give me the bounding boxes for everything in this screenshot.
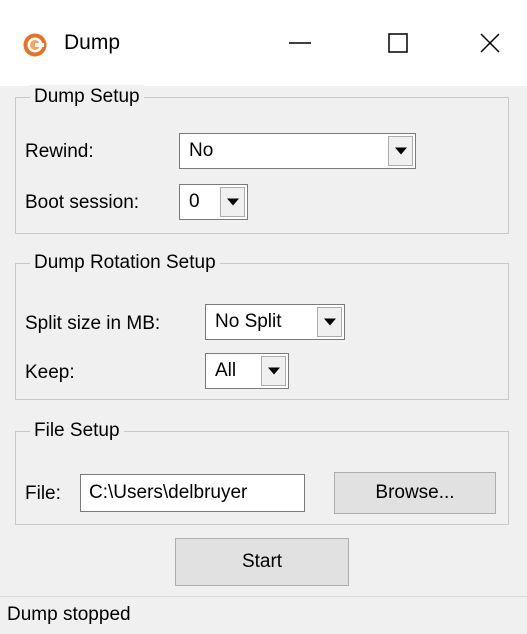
status-text: Dump stopped: [7, 604, 131, 625]
app-logo-icon: [22, 32, 48, 58]
split-size-dropdown[interactable]: No Split: [205, 304, 345, 340]
close-icon: [480, 33, 500, 53]
title-bar: Dump: [0, 0, 527, 86]
boot-session-value: 0: [189, 191, 200, 212]
minimize-icon: [289, 42, 311, 44]
status-bar: Dump stopped: [0, 596, 527, 634]
close-button[interactable]: [460, 22, 520, 64]
chevron-down-icon: [267, 367, 280, 375]
dump-setup-group: Dump Setup Rewind: No Boot session: 0: [15, 85, 509, 234]
chevron-down-icon: [394, 147, 407, 155]
rotation-setup-group: Dump Rotation Setup Split size in MB: No…: [15, 251, 509, 400]
boot-session-label: Boot session:: [25, 192, 140, 213]
file-path-value: C:\Users\delbruyer: [89, 482, 248, 503]
maximize-button[interactable]: [368, 22, 428, 64]
rewind-label: Rewind:: [25, 141, 94, 162]
split-size-value: No Split: [215, 311, 282, 332]
boot-session-dropdown-arrow[interactable]: [220, 187, 245, 217]
rotation-setup-title: Dump Rotation Setup: [30, 251, 220, 275]
rewind-dropdown[interactable]: No: [179, 133, 416, 169]
rewind-dropdown-arrow[interactable]: [388, 136, 413, 166]
file-path-input[interactable]: C:\Users\delbruyer: [80, 474, 305, 512]
browse-button[interactable]: Browse...: [334, 472, 496, 514]
boot-session-dropdown[interactable]: 0: [179, 184, 248, 220]
file-label: File:: [25, 483, 61, 504]
window-title: Dump: [64, 31, 121, 54]
file-setup-title: File Setup: [30, 419, 124, 443]
keep-dropdown-arrow[interactable]: [261, 356, 286, 386]
split-size-label: Split size in MB:: [25, 313, 161, 334]
file-setup-group: File Setup File: C:\Users\delbruyer Brow…: [15, 419, 509, 525]
chevron-down-icon: [323, 318, 336, 326]
keep-label: Keep:: [25, 362, 75, 383]
minimize-button[interactable]: [270, 22, 330, 64]
chevron-down-icon: [226, 198, 239, 206]
keep-dropdown[interactable]: All: [205, 353, 289, 389]
keep-value: All: [215, 360, 237, 381]
start-button[interactable]: Start: [175, 538, 349, 586]
split-size-dropdown-arrow[interactable]: [317, 307, 342, 337]
rewind-value: No: [189, 140, 214, 161]
maximize-icon: [388, 33, 408, 53]
dump-setup-title: Dump Setup: [30, 85, 144, 109]
